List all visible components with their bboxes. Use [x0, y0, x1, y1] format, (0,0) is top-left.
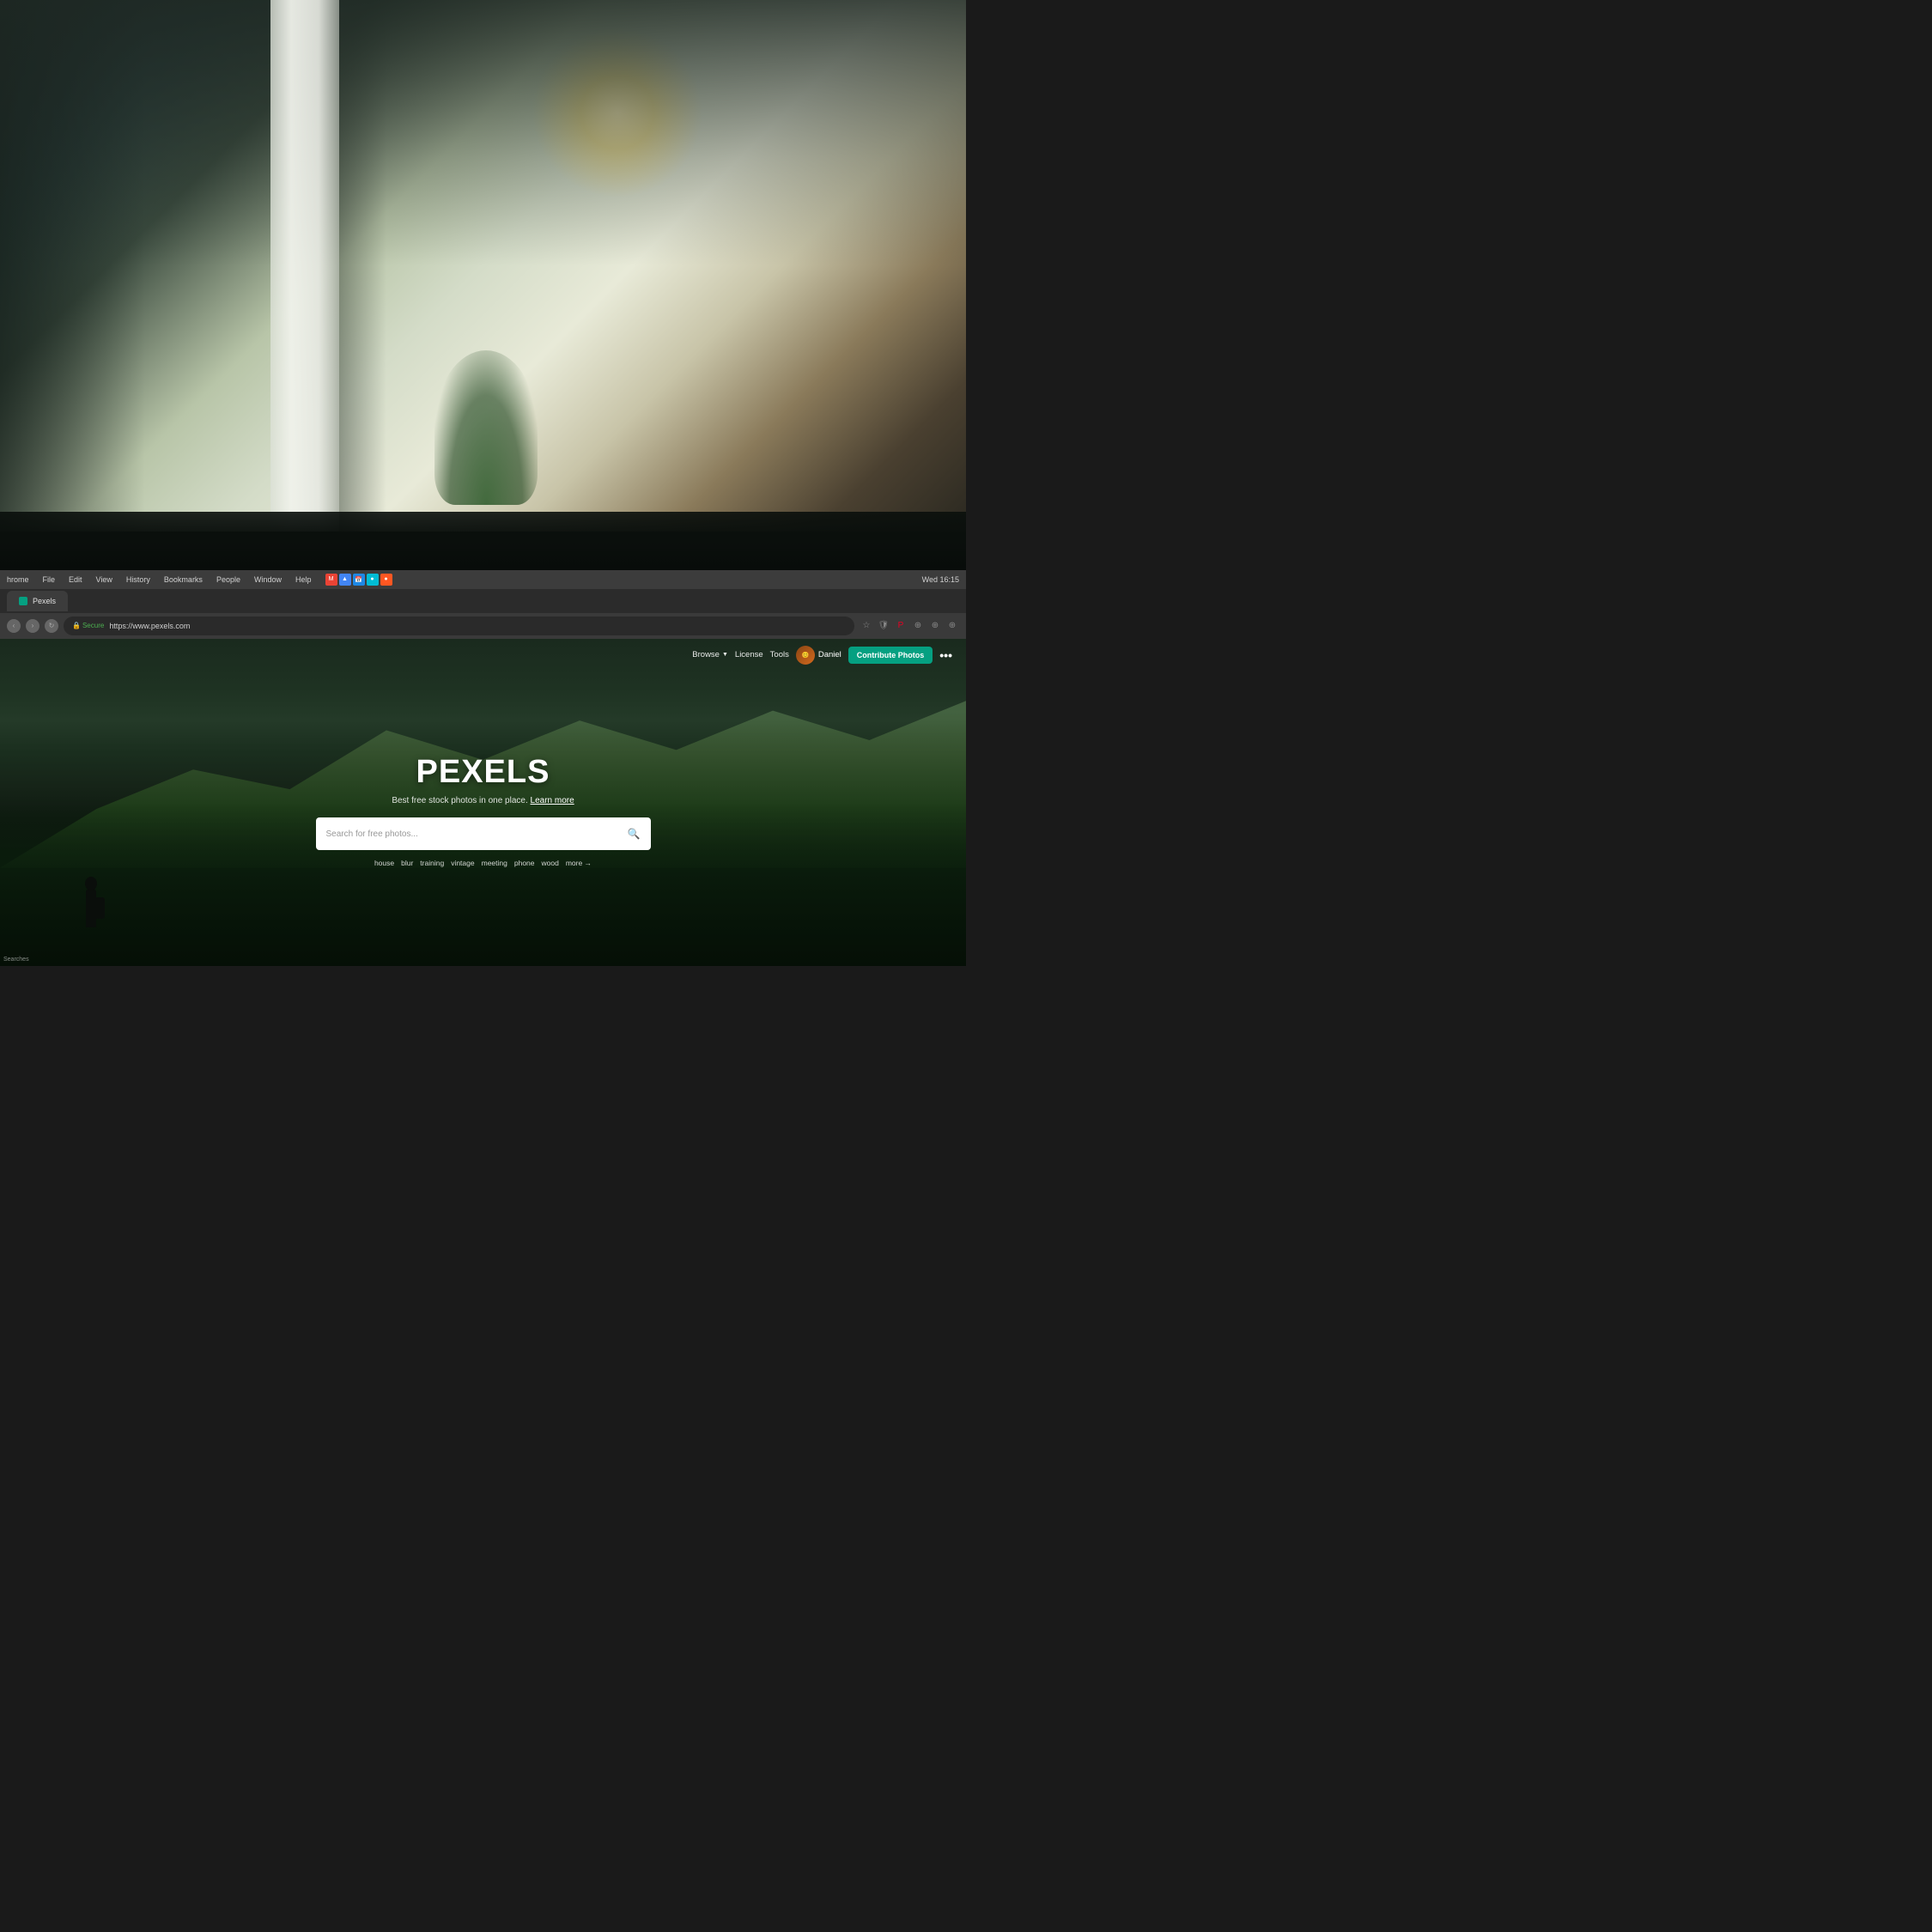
tag-phone[interactable]: phone: [514, 859, 535, 867]
toolbar-icons: ☆ 🛡 P ⊕ ⊕ ⊕: [860, 619, 959, 633]
app5-icon[interactable]: ●: [380, 574, 392, 586]
tab-title: Pexels: [33, 597, 56, 605]
reload-button[interactable]: ↻: [45, 619, 58, 633]
back-button[interactable]: ‹: [7, 619, 21, 633]
browser-toolbar: ‹ › ↻ 🔒 Secure https://www.pexels.com ☆ …: [0, 613, 966, 639]
search-tags: house blur training vintage meeting phon…: [374, 859, 592, 867]
active-tab[interactable]: Pexels: [7, 591, 68, 611]
nav-browse[interactable]: Browse ▼: [692, 650, 728, 659]
menu-item-chrome[interactable]: hrome: [7, 575, 29, 584]
search-container: Search for free photos... 🔍: [316, 817, 651, 850]
shield-icon[interactable]: 🛡: [877, 619, 890, 633]
user-avatar: 😊: [796, 646, 815, 665]
background-photo: [0, 0, 966, 532]
taskbar-apps: M ▲ 📅 ● ●: [325, 574, 392, 586]
search-submit-icon[interactable]: 🔍: [628, 828, 641, 840]
site-title: PEXELS: [416, 754, 550, 791]
architectural-column: [270, 0, 339, 532]
user-name: Daniel: [818, 650, 841, 659]
tag-meeting[interactable]: meeting: [482, 859, 507, 867]
plant-element: [434, 350, 538, 505]
tag-blur[interactable]: blur: [401, 859, 413, 867]
forward-button[interactable]: ›: [26, 619, 39, 633]
extension-icon3[interactable]: ⊕: [945, 619, 959, 633]
pinterest-icon[interactable]: P: [894, 619, 908, 633]
monitor-screen: hrome File Edit View History Bookmarks P…: [0, 570, 966, 966]
browse-dropdown-icon: ▼: [722, 652, 728, 658]
tab-favicon: [19, 597, 27, 605]
menu-item-people[interactable]: People: [216, 575, 240, 584]
nav-license[interactable]: License: [735, 650, 763, 659]
address-bar[interactable]: 🔒 Secure https://www.pexels.com: [64, 617, 854, 635]
tag-more[interactable]: more →: [566, 859, 592, 867]
secure-badge: 🔒 Secure: [72, 622, 104, 629]
search-bar[interactable]: Search for free photos... 🔍: [316, 817, 651, 850]
search-placeholder: Search for free photos...: [326, 829, 621, 839]
secure-label: Secure: [82, 622, 104, 629]
gmail-app-icon[interactable]: M: [325, 574, 337, 586]
monitor-bezel-top: [0, 512, 966, 570]
contribute-photos-button[interactable]: Contribute Photos: [848, 647, 933, 664]
calendar-app-icon[interactable]: 📅: [353, 574, 365, 586]
hero-content: PEXELS Best free stock photos in one pla…: [0, 639, 966, 966]
lock-icon: 🔒: [72, 622, 81, 629]
gdrive-app-icon[interactable]: ▲: [339, 574, 351, 586]
menu-item-bookmarks[interactable]: Bookmarks: [164, 575, 203, 584]
nav-more-button[interactable]: •••: [939, 648, 952, 662]
extension-icon2[interactable]: ⊕: [928, 619, 942, 633]
extension-icon1[interactable]: ⊕: [911, 619, 925, 633]
app4-icon[interactable]: ●: [367, 574, 379, 586]
site-subtitle: Best free stock photos in one place. Lea…: [392, 796, 574, 805]
menu-item-file[interactable]: File: [43, 575, 56, 584]
browser-tab-bar: Pexels: [0, 589, 966, 613]
menu-item-edit[interactable]: Edit: [69, 575, 82, 584]
menu-item-history[interactable]: History: [126, 575, 150, 584]
url-display: https://www.pexels.com: [109, 622, 190, 630]
learn-more-link[interactable]: Learn more: [531, 796, 574, 805]
menu-item-window[interactable]: Window: [254, 575, 282, 584]
tag-vintage[interactable]: vintage: [451, 859, 474, 867]
pexels-navbar: Browse ▼ License Tools 😊 Daniel Contribu…: [0, 639, 966, 671]
chrome-menu-bar: hrome File Edit View History Bookmarks P…: [0, 570, 966, 589]
tag-wood[interactable]: wood: [542, 859, 559, 867]
pexels-website: Browse ▼ License Tools 😊 Daniel Contribu…: [0, 639, 966, 966]
nav-user[interactable]: 😊 Daniel: [796, 646, 841, 665]
system-time: Wed 16:15: [922, 575, 959, 584]
nav-tools[interactable]: Tools: [770, 650, 789, 659]
bookmark-star-icon[interactable]: ☆: [860, 619, 873, 633]
tag-house[interactable]: house: [374, 859, 394, 867]
tag-training[interactable]: training: [420, 859, 444, 867]
menu-item-help[interactable]: Help: [295, 575, 312, 584]
menu-item-view[interactable]: View: [96, 575, 112, 584]
